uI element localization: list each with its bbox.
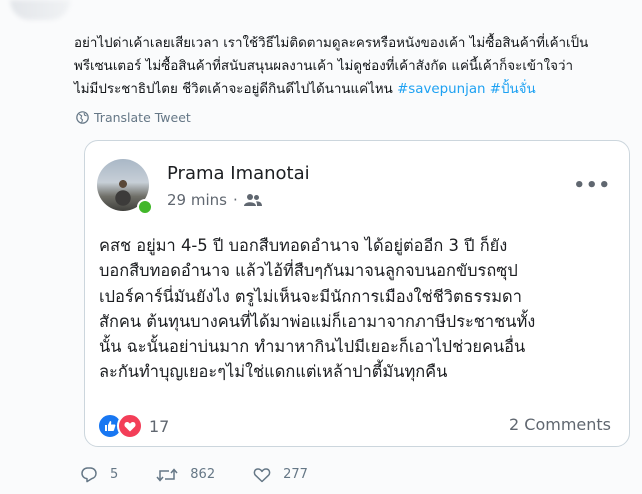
hashtag-savepunjan[interactable]: #savepunjan [397, 82, 485, 97]
like-button[interactable]: 277 [253, 467, 308, 483]
tweet-text-line-2: พรีเซนเตอร์ ไม่ซื้อสินค้าที่สนับสนุนผลงา… [74, 59, 573, 74]
reply-icon [81, 467, 97, 483]
comments-link[interactable]: 2 Comments [509, 415, 611, 434]
post-body: คสช อยู่มา 4-5 ปี บอกสืบทอดอำนาจ ได้อยู่… [99, 233, 619, 385]
previous-tweet-avatar [10, 0, 70, 20]
tweet-actions: 5 862 277 [80, 466, 346, 483]
post-line: ละกันทำบุญเยอะๆไม่ใช่แดกแต่เหล้าปาตี้มัน… [99, 362, 448, 382]
heart-icon [253, 467, 271, 482]
post-line: คสช อยู่มา 4-5 ปี บอกสืบทอดอำนาจ ได้อยู่… [99, 236, 508, 255]
embedded-facebook-post[interactable]: Prama Imanotai 29 mins · ••• คสช อยู่มา … [84, 140, 630, 447]
translate-label: Translate Tweet [94, 110, 191, 125]
friends-icon [243, 194, 262, 206]
reactions-summary[interactable]: 17 [97, 413, 169, 439]
post-line: สักคน ต้นทุนบางคนที่ได้มาพ่อแม่ก็เอามาจา… [99, 311, 536, 331]
tweet-text-line-3-content: ไม่มีประชาธิปไตย ชีวิตเค้าจะอยู่ดีกินดีไ… [74, 82, 398, 97]
tweet-text-line-3: ไม่มีประชาธิปไตย ชีวิตเค้าจะอยู่ดีกินดีไ… [74, 78, 634, 101]
separator-dot: · [232, 191, 238, 209]
reply-button[interactable]: 5 [80, 466, 118, 483]
reply-count: 5 [110, 467, 119, 482]
post-time[interactable]: 29 mins [167, 191, 227, 209]
more-options-button[interactable]: ••• [573, 175, 611, 196]
tweet-text-line-1: อย่าไปด่าเค้าเลยเสียเวลา เราใช้วิธีไม่ติ… [74, 36, 589, 51]
globe-icon [76, 111, 89, 124]
post-meta: 29 mins · [167, 191, 262, 209]
love-reaction-icon [117, 413, 143, 439]
post-line: นั้น ฉะนั้นอย่าบ่นมาก ทำมาหากินไปมีเยอะก… [99, 337, 526, 357]
post-line: บอกสืบทอดอำนาจ แล้วไอ้ที่สืบๆกันมาจนลูกจ… [99, 261, 518, 281]
post-line: เปอร์คาร์นี่มันยังไง ตรูไม่เห็นจะมีนักกา… [99, 286, 522, 306]
post-author-name[interactable]: Prama Imanotai [167, 163, 310, 184]
tweet-text: อย่าไปด่าเค้าเลยเสียเวลา เราใช้วิธีไม่ติ… [74, 32, 634, 101]
like-count: 277 [283, 467, 308, 482]
translate-tweet-link[interactable]: Translate Tweet [76, 110, 191, 125]
hashtag-punjan[interactable]: #ปั้นจั่น [490, 82, 536, 97]
retweet-button[interactable]: 862 [156, 467, 215, 483]
online-status-icon [137, 199, 153, 215]
retweet-icon [156, 467, 178, 482]
reaction-count: 17 [149, 416, 170, 436]
retweet-count: 862 [190, 467, 216, 482]
